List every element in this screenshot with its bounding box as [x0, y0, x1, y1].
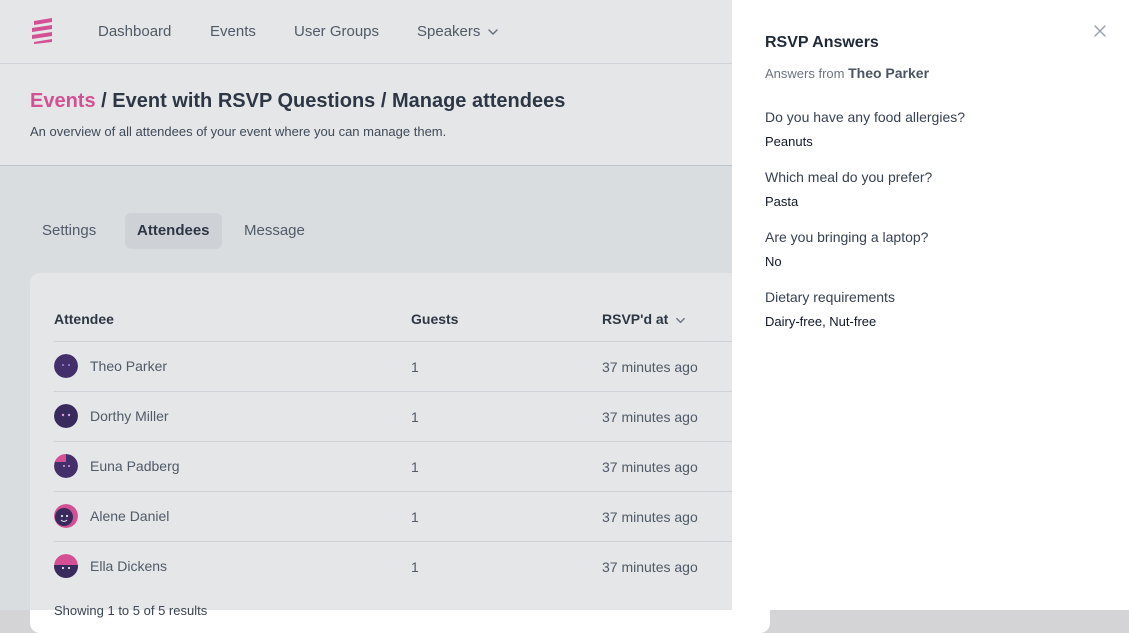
rsvp-question: Which meal do you prefer?	[765, 169, 933, 185]
panel-title: RSVP Answers	[765, 34, 879, 51]
close-icon[interactable]	[1092, 23, 1108, 39]
rsvp-answers-panel: RSVP Answers Answers from Theo Parker Do…	[732, 0, 1129, 610]
panel-subtitle: Answers from Theo Parker	[765, 65, 929, 81]
answers-from-name: Theo Parker	[848, 65, 930, 81]
rsvp-answer: No	[765, 254, 782, 269]
rsvp-answer: Pasta	[765, 194, 799, 209]
rsvp-question: Are you bringing a laptop?	[765, 229, 929, 245]
rsvp-answer: Peanuts	[765, 134, 813, 149]
rsvp-question: Dietary requirements	[765, 289, 895, 305]
answers-from-label: Answers from	[765, 66, 845, 81]
rsvp-answer: Dairy-free, Nut-free	[765, 314, 877, 329]
rsvp-question: Do you have any food allergies?	[765, 109, 966, 125]
